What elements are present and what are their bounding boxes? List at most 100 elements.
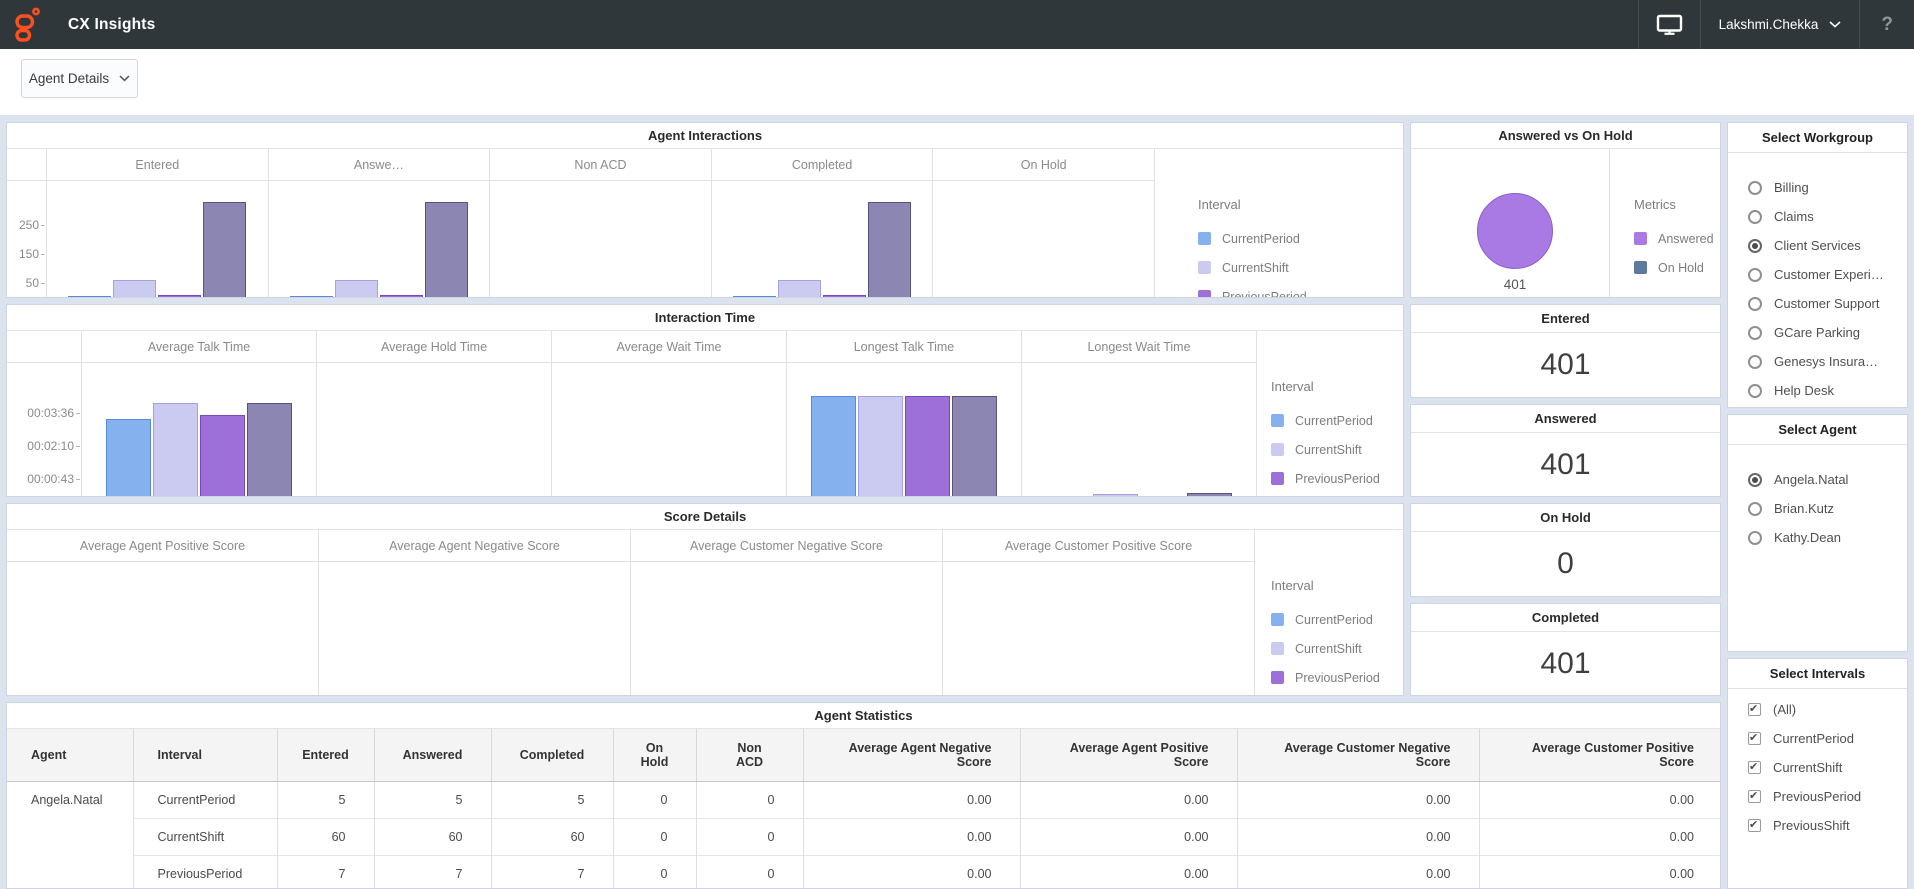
kpi-title: On Hold: [1411, 504, 1720, 532]
radio-unchecked-icon[interactable]: [1748, 530, 1762, 545]
chart-column-header: Entered: [47, 149, 268, 181]
bar-CurrentShift[interactable]: [334, 279, 378, 297]
option-label: Billing: [1774, 180, 1809, 195]
legend-item-answered[interactable]: Answered: [1634, 224, 1714, 253]
radio-option-customer-experi[interactable]: Customer Experi…: [1748, 260, 1907, 289]
radio-option-client-services[interactable]: Client Services: [1748, 231, 1907, 260]
bar-group: [631, 562, 942, 695]
chart-column-answe: Answe…: [267, 149, 490, 297]
chart-column-header: Average Customer Negative Score: [631, 530, 942, 562]
toolbar: Agent Details: [0, 49, 1914, 115]
bar-PreviousPeriod[interactable]: [158, 294, 202, 297]
bar-CurrentPeriod[interactable]: [733, 295, 777, 297]
radio-option-brian-kutz[interactable]: Brian.Kutz: [1748, 494, 1907, 523]
legend-item-previousshift[interactable]: PreviousShift: [1271, 493, 1403, 496]
radio-option-billing[interactable]: Billing: [1748, 173, 1907, 202]
bar-PreviousShift[interactable]: [247, 402, 292, 496]
y-axis-ticks: 250 150 50: [7, 181, 46, 297]
bar-PreviousPeriod[interactable]: [823, 294, 867, 297]
legend-item-currentshift[interactable]: CurrentShift: [1271, 634, 1403, 663]
monitor-icon[interactable]: [1639, 0, 1700, 49]
chart-plot: [631, 562, 942, 695]
legend-item-previousperiod[interactable]: PreviousPeriod: [1271, 663, 1403, 692]
bar-PreviousPeriod[interactable]: [905, 395, 950, 496]
checkbox-checked-icon[interactable]: [1748, 818, 1761, 832]
checkbox-option-previousshift[interactable]: PreviousShift: [1748, 811, 1907, 840]
legend-label: CurrentShift: [1295, 442, 1362, 457]
bar-CurrentShift[interactable]: [858, 395, 903, 496]
bar-PreviousShift[interactable]: [203, 201, 247, 297]
radio-option-angela-natal[interactable]: Angela.Natal: [1748, 465, 1907, 494]
radio-checked-icon[interactable]: [1748, 238, 1762, 253]
bar-CurrentPeriod[interactable]: [106, 418, 151, 496]
legend-swatch: [1271, 443, 1284, 456]
radio-unchecked-icon[interactable]: [1748, 354, 1762, 369]
bar-PreviousShift[interactable]: [868, 201, 912, 297]
checkbox-option-all[interactable]: (All): [1748, 695, 1907, 724]
column-header-completed: Completed: [490, 729, 613, 782]
help-button[interactable]: ?: [1860, 0, 1914, 49]
radio-unchecked-icon[interactable]: [1748, 325, 1762, 340]
radio-option-claims[interactable]: Claims: [1748, 202, 1907, 231]
legend-item-currentperiod[interactable]: CurrentPeriod: [1271, 406, 1403, 435]
bar-CurrentPeriod[interactable]: [68, 295, 112, 297]
kpi-onhold-panel: On Hold 0: [1410, 503, 1721, 597]
bar-PreviousShift[interactable]: [952, 395, 997, 496]
view-selector-dropdown[interactable]: Agent Details: [21, 59, 138, 98]
checkbox-option-currentshift[interactable]: CurrentShift: [1748, 753, 1907, 782]
bar-PreviousShift[interactable]: [1187, 492, 1232, 496]
bar-CurrentPeriod[interactable]: [811, 395, 856, 496]
radio-option-kathy-dean[interactable]: Kathy.Dean: [1748, 523, 1907, 552]
radio-unchecked-icon[interactable]: [1748, 267, 1762, 282]
cell: 7: [490, 855, 613, 888]
radio-unchecked-icon[interactable]: [1748, 383, 1762, 398]
legend-item-currentperiod[interactable]: CurrentPeriod: [1197, 224, 1403, 253]
legend-swatch: [1197, 232, 1211, 245]
legend-item-currentshift[interactable]: CurrentShift: [1271, 435, 1403, 464]
radio-unchecked-icon[interactable]: [1748, 209, 1762, 224]
legend-item-on-hold[interactable]: On Hold: [1634, 253, 1714, 282]
chart-column-entered: Entered: [46, 149, 268, 297]
y-tick-label: 150: [18, 246, 46, 261]
y-axis: 250 150 50: [7, 149, 46, 297]
legend-item-currentshift[interactable]: CurrentShift: [1197, 253, 1403, 282]
radio-option-gcare-parking[interactable]: GCare Parking: [1748, 318, 1907, 347]
bar-CurrentPeriod[interactable]: [289, 295, 333, 297]
radio-option-customer-support[interactable]: Customer Support: [1748, 289, 1907, 318]
radio-option-help-desk[interactable]: Help Desk: [1748, 376, 1907, 405]
radio-checked-icon[interactable]: [1748, 472, 1762, 487]
checkbox-option-previousperiod[interactable]: PreviousPeriod: [1748, 782, 1907, 811]
legend-item-previousperiod[interactable]: PreviousPeriod: [1197, 282, 1403, 297]
user-menu[interactable]: Lakshmi.Chekka: [1701, 0, 1860, 49]
chart-column-header: Average Wait Time: [552, 331, 786, 363]
legend-item-currentperiod[interactable]: CurrentPeriod: [1271, 605, 1403, 634]
checkbox-checked-icon[interactable]: [1748, 731, 1761, 745]
bar-CurrentShift[interactable]: [153, 403, 198, 496]
checkbox-checked-icon[interactable]: [1748, 702, 1761, 716]
option-label: GCare Parking: [1774, 325, 1860, 340]
legend-item-previousperiod[interactable]: PreviousPeriod: [1271, 464, 1403, 493]
bar-CurrentShift[interactable]: [1093, 494, 1138, 496]
chart-plot: [1022, 363, 1256, 496]
kpi-title: Entered: [1411, 305, 1720, 333]
cx-insights-dashboard: CX Insights Lakshmi.Chekka ? Agent Detai…: [0, 0, 1914, 889]
radio-unchecked-icon[interactable]: [1748, 296, 1762, 311]
radio-unchecked-icon[interactable]: [1748, 180, 1762, 195]
bar-PreviousPeriod[interactable]: [379, 294, 423, 297]
bar-PreviousPeriod[interactable]: [200, 415, 245, 496]
bar-PreviousShift[interactable]: [424, 201, 468, 297]
radio-unchecked-icon[interactable]: [1748, 501, 1762, 516]
interaction-time-chart: 00:03:36 00:02:10 00:00:43 Average Talk Tim…: [7, 331, 1403, 496]
checkbox-option-currentperiod[interactable]: CurrentPeriod: [1748, 724, 1907, 753]
bar-CurrentShift[interactable]: [113, 279, 157, 297]
pie-slice-answered[interactable]: [1477, 193, 1553, 269]
panel-title: Answered vs On Hold: [1411, 123, 1720, 149]
checkbox-checked-icon[interactable]: [1748, 789, 1761, 803]
y-axis-header: [7, 331, 81, 363]
bar-CurrentShift[interactable]: [778, 279, 822, 297]
legend-item-previousshift[interactable]: PreviousShift: [1271, 692, 1403, 695]
option-label: PreviousShift: [1773, 818, 1850, 833]
bar-group: [319, 562, 630, 695]
radio-option-genesys-insura[interactable]: Genesys Insura…: [1748, 347, 1907, 376]
checkbox-checked-icon[interactable]: [1748, 760, 1761, 774]
